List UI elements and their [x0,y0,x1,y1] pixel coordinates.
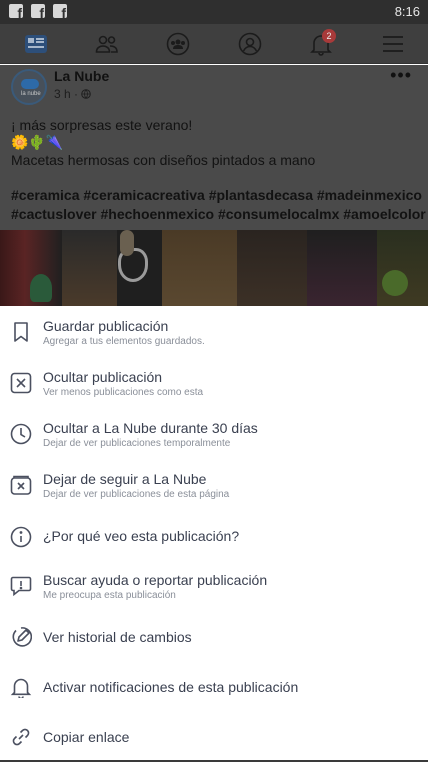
menu-item-title: Dejar de seguir a La Nube [43,471,207,487]
post-more-icon[interactable]: ••• [390,65,412,86]
menu-item-snooze-page[interactable]: Ocultar a La Nube durante 30 días Dejar … [0,412,428,462]
menu-item-why-seeing[interactable]: ¿Por qué veo esta publicación? [0,512,428,562]
post: la nube La Nube 3 h · ••• ¡ más sorpresa… [0,65,428,306]
menu-item-subtitle: Ver menos publicaciones como esta [43,387,204,398]
facebook-icon: f [9,4,23,20]
menu-item-save-post[interactable]: Guardar publicación Agregar a tus elemen… [0,310,428,360]
status-bar: f f f 8:16 [0,0,428,24]
notification-badge: 2 [322,29,336,43]
news-feed-icon[interactable] [24,32,48,56]
menu-item-hide-post[interactable]: Ocultar publicación Ver menos publicacio… [0,361,428,411]
menu-item-title: Buscar ayuda o reportar publicación [43,572,268,588]
report-icon [10,575,32,597]
post-time: 3 h · [54,87,79,101]
menu-item-unfollow-page[interactable]: Dejar de seguir a La Nube Dejar de ver p… [0,463,428,513]
menu-item-title: Ocultar publicación [43,369,163,385]
menu-item-title: Ocultar a La Nube durante 30 días [43,420,258,436]
post-image[interactable] [0,230,428,306]
status-time: 8:16 [394,4,420,19]
menu-item-title: ¿Por qué veo esta publicación? [43,528,240,544]
edit-history-icon [10,626,32,648]
unfollow-icon [10,474,32,496]
facebook-icon: f [31,4,45,20]
groups-icon[interactable] [166,32,190,56]
bookmark-icon [10,321,32,343]
post-page-name[interactable]: La Nube [54,68,109,84]
menu-item-title: Copiar enlace [43,729,130,745]
post-text-line: Macetas hermosas con diseños pintados a … [11,152,316,168]
info-icon [10,526,32,548]
post-meta: 3 h · [54,87,92,101]
post-hashtags[interactable]: #ceramica #ceramicacreativa #plantasdeca… [11,187,422,203]
clock-icon [10,423,32,445]
post-hashtags[interactable]: #cactuslover #hechoenmexico #consumeloca… [11,206,426,222]
menu-item-report-post[interactable]: Buscar ayuda o reportar publicación Me p… [0,564,428,614]
menu-item-subtitle: Agregar a tus elementos guardados. [43,336,205,347]
avatar-logo-text: la nube [21,91,41,97]
bell-icon [10,676,32,698]
friends-icon[interactable] [95,32,119,56]
avatar[interactable]: la nube [11,69,47,105]
globe-icon [81,89,92,99]
post-options-sheet: Guardar publicación Agregar a tus elemen… [0,306,428,762]
menu-item-edit-history[interactable]: Ver historial de cambios [0,612,428,662]
menu-item-subtitle: Dejar de ver publicaciones temporalmente [43,438,231,449]
top-nav-bar: 2 [0,24,428,64]
hide-x-icon [10,372,32,394]
menu-item-copy-link[interactable]: Copiar enlace [0,712,428,762]
menu-item-title: Guardar publicación [43,318,169,334]
link-icon [10,726,32,748]
post-text-line: ¡ más sorpresas este verano! [11,117,193,133]
menu-item-title: Activar notificaciones de esta publicaci… [43,679,299,695]
menu-item-subtitle: Me preocupa esta publicación [43,590,176,601]
profile-icon[interactable] [238,32,262,56]
menu-item-title: Ver historial de cambios [43,629,192,645]
facebook-icon: f [53,4,67,20]
menu-icon[interactable] [381,32,405,56]
menu-item-subtitle: Dejar de ver publicaciones de esta págin… [43,489,230,500]
cloud-logo-icon [21,79,39,89]
post-emoji-line: 🌼🌵🌂 [11,134,64,150]
menu-item-turn-on-notifications[interactable]: Activar notificaciones de esta publicaci… [0,662,428,712]
